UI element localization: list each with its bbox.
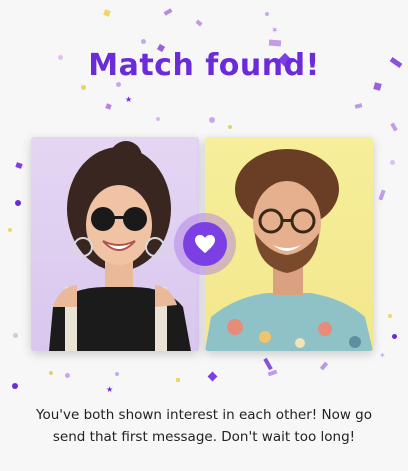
page-title: Match found! — [88, 48, 320, 83]
match-message: You've both shown interest in each other… — [36, 407, 372, 445]
match-heart-badge — [174, 213, 236, 275]
heart-icon — [195, 234, 215, 254]
